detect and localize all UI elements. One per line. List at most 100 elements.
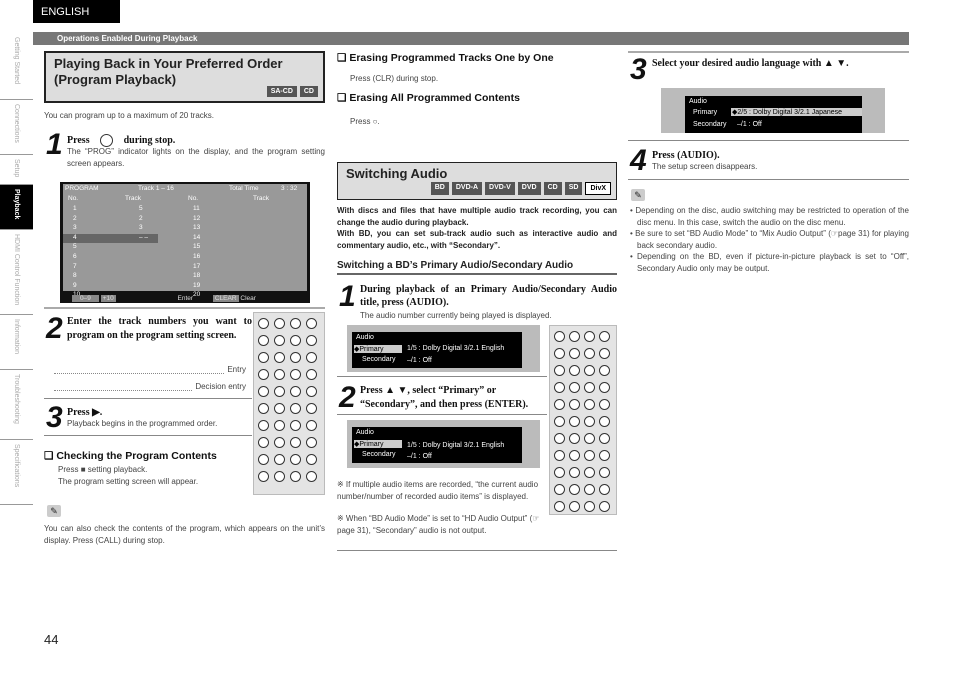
side-tab-playback[interactable]: Playback: [0, 185, 33, 230]
badge-divx: DivX: [585, 182, 611, 195]
badge-bd: BD: [430, 182, 449, 195]
check-program-heading: ❑ Checking the Program Contents: [44, 450, 217, 462]
audio-step4-desc: The setup screen disappears.: [652, 162, 758, 171]
side-tab-hdmi-control[interactable]: HDMI Control Function: [0, 230, 33, 315]
remote-button-icon: [274, 335, 285, 346]
program-title: Playing Back in Your Preferred Order (Pr…: [54, 56, 283, 87]
audio-step1-desc: The audio number currently being played …: [360, 311, 552, 320]
remote-button-icon: [554, 467, 565, 478]
remote-button-icon: [274, 352, 285, 363]
remote-button-icon: [258, 386, 269, 397]
side-tab-setup[interactable]: Setup: [0, 155, 33, 185]
side-tab-troubleshooting[interactable]: Troubleshooting: [0, 370, 33, 440]
remote-button-icon: [554, 433, 565, 444]
side-tab-information[interactable]: Information: [0, 315, 33, 370]
remote-button-icon: [290, 369, 301, 380]
badge-sacd: SA-CD: [266, 86, 297, 97]
audio-step3: Select your desired audio language with …: [652, 58, 849, 69]
program-row: 11: [193, 205, 200, 212]
remote-button-icon: [258, 369, 269, 380]
side-tab-specifications[interactable]: Specifications: [0, 440, 33, 505]
badge-dvd-a: DVD-A: [451, 182, 483, 195]
remote-button-icon: [584, 450, 595, 461]
program-row: 18: [193, 272, 201, 280]
badge-dvd-v: DVD-V: [485, 182, 515, 195]
remote-button-icon: [554, 399, 565, 410]
program-row: 19: [193, 281, 201, 289]
remote-button-icon: [584, 382, 595, 393]
audio-notes: • Depending on the disc, audio switching…: [630, 205, 909, 274]
remote-button-icon: [569, 399, 580, 410]
badge-dvd: DVD: [517, 182, 541, 195]
remote-button-icon: [584, 416, 595, 427]
remote-button-icon: [584, 484, 595, 495]
badge-cd: CD: [299, 86, 318, 97]
remote-button-icon: [290, 318, 301, 329]
remote-button-icon: [569, 416, 580, 427]
remote-button-icon: [258, 335, 269, 346]
remote-button-icon: [599, 433, 610, 444]
audio-screen-2: Audio ◆Primary 1/5 : Dolby Digital 3/2.1…: [347, 420, 540, 468]
bd-audio-subheading: Switching a BD’s Primary Audio/Secondary…: [337, 260, 617, 275]
remote-button-icon: [274, 454, 285, 465]
switching-audio-title: Switching Audio: [346, 166, 448, 181]
note-pencil-icon: ✎: [47, 505, 61, 517]
remote-button-icon: [584, 331, 595, 342]
remote-button-icon: [290, 437, 301, 448]
remote-button-icon: [569, 501, 580, 512]
audio-intro: With discs and files that have multiple …: [337, 206, 617, 250]
side-tab-getting-started[interactable]: Getting Started: [0, 33, 33, 100]
remote-button-icon: [569, 433, 580, 444]
program-row: 4– –: [63, 233, 158, 243]
remote-button-icon: [584, 501, 595, 512]
remote-button-icon: [290, 403, 301, 414]
step1-desc: The “PROG” indicator lights on the displ…: [67, 147, 325, 168]
step-number: 1: [339, 280, 356, 313]
remote-button-icon: [274, 420, 285, 431]
program-row: 16: [193, 253, 201, 260]
remote-button-icon: [599, 484, 610, 495]
play-icon: ▶.: [92, 407, 103, 418]
remote-button-icon: [569, 467, 580, 478]
badge-sd: SD: [564, 182, 583, 195]
erase-all-text: Press ○.: [350, 117, 380, 126]
remote-button-icon: [258, 437, 269, 448]
program-row: 5: [73, 243, 77, 251]
remote-button-icon: [584, 433, 595, 444]
remote-button-icon: [599, 331, 610, 342]
program-row: 7: [73, 262, 77, 270]
remote-button-icon: [258, 318, 269, 329]
badge-cd: CD: [543, 182, 562, 195]
program-row: 9: [73, 281, 77, 289]
audio-footnote-2: ※ When “BD Audio Mode” is set to “HD Aud…: [337, 514, 540, 535]
audio-screen-3: Audio Primary ◆2/5 : Dolby Digital 3/2.1…: [661, 88, 885, 133]
program-row: 22: [73, 214, 143, 222]
remote-button-icon: [599, 365, 610, 376]
remote-button-icon: [306, 420, 317, 431]
remote-button-icon: [306, 437, 317, 448]
remote-button-icon: [258, 403, 269, 414]
side-tabs: Getting Started Connections Setup Playba…: [0, 33, 33, 505]
remote-button-icon: [258, 352, 269, 363]
step-number: 2: [46, 312, 63, 345]
remote-button-icon: [584, 348, 595, 359]
remote-button-icon: [290, 454, 301, 465]
entry-label: Entry: [225, 364, 246, 376]
remote-button-icon: [599, 348, 610, 359]
switching-audio-title-box: Switching Audio BD DVD-A DVD-V DVD CD SD DivX: [337, 162, 617, 200]
check-text-2: The program setting screen will appear.: [58, 477, 199, 486]
remote-button-icon: [290, 386, 301, 397]
side-tab-connections[interactable]: Connections: [0, 100, 33, 155]
remote-button-icon: [554, 416, 565, 427]
step-number: 3: [630, 53, 647, 86]
remote-button-icon: [290, 420, 301, 431]
remote-button-icon: [306, 352, 317, 363]
program-row: 14: [193, 233, 201, 241]
audio-step1: During playback of an Primary Audio/Seco…: [360, 284, 617, 308]
remote-button-icon: [599, 450, 610, 461]
step-number: 2: [339, 381, 356, 414]
remote-button-icon: [554, 348, 565, 359]
remote-button-icon: [554, 450, 565, 461]
remote-button-icon: [274, 437, 285, 448]
note-pencil-icon: ✎: [631, 189, 645, 201]
